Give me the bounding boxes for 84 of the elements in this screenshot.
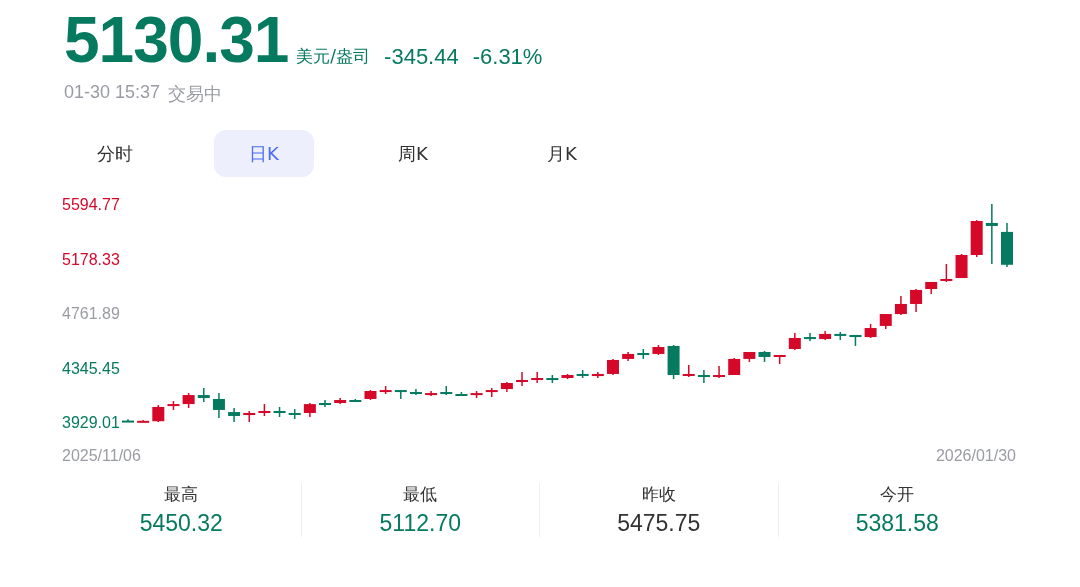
stat-value: 5450.32 [139, 510, 223, 537]
candlestick [985, 203, 998, 265]
candlestick [500, 381, 513, 393]
candlestick [152, 404, 165, 423]
percent-change: -6.31% [472, 44, 543, 71]
candlestick [228, 407, 241, 423]
candlestick [970, 219, 983, 258]
candlestick [834, 331, 847, 341]
candlestick [925, 281, 938, 295]
candlestick [667, 344, 680, 380]
candlestick [485, 387, 498, 398]
candlestick [394, 389, 407, 400]
candlestick [606, 358, 619, 376]
axis-label: 3929.01 [62, 414, 120, 431]
candlestick [819, 330, 832, 341]
candlestick [425, 390, 438, 397]
candlestick [713, 365, 726, 379]
candlestick [697, 369, 710, 384]
axis-label: 5178.33 [62, 250, 120, 268]
candlestick [197, 387, 210, 403]
candlestick [455, 391, 468, 397]
candlestick [516, 371, 529, 387]
candlestick [546, 374, 559, 384]
candlestick [894, 295, 907, 316]
candlestick [864, 323, 877, 339]
candlestick [879, 313, 892, 330]
stat-label: 最低 [403, 483, 438, 506]
candlestick [561, 373, 574, 380]
price-unit: 美元/盎司 [296, 45, 371, 68]
candlestick [440, 385, 453, 396]
candlestick [273, 406, 286, 418]
price-value: 5130.31 [64, 8, 289, 72]
candlestick [470, 390, 483, 399]
stat-value: 5475.75 [617, 510, 701, 537]
candlestick [652, 344, 665, 356]
candlestick [910, 288, 923, 313]
candlestick [349, 398, 362, 403]
candlestick [303, 402, 316, 418]
period-tab[interactable]: 周K [363, 130, 463, 177]
date-label: 2026/01/30 [935, 447, 1016, 464]
candlestick [622, 351, 635, 362]
period-tab[interactable]: 分时 [65, 130, 165, 177]
axis-label: 4761.89 [62, 305, 120, 322]
candlestick [591, 371, 604, 379]
candlestick [379, 385, 392, 395]
candlestick [288, 408, 301, 420]
candlestick [804, 332, 816, 342]
stat-label: 昨收 [641, 483, 676, 506]
candlestick [1001, 222, 1013, 268]
quote-time: 01-30 15:37 [64, 82, 161, 104]
candlestick [531, 371, 544, 384]
candlestick [743, 351, 756, 363]
candlestick [758, 350, 771, 363]
candlestick [258, 403, 271, 417]
axis-label: 4345.45 [62, 359, 120, 377]
candlestick [243, 410, 256, 423]
candlestick [182, 392, 195, 409]
candlestick [409, 388, 422, 396]
axis-label: 5594.77 [62, 196, 120, 213]
period-tab[interactable]: 日K [214, 130, 314, 177]
candlestick [212, 392, 225, 419]
candlestick [334, 397, 347, 405]
candlestick [849, 334, 862, 347]
candlestick [940, 263, 953, 283]
market-status: 交易中 [168, 83, 223, 106]
stat-label: 今开 [880, 483, 915, 506]
candlestick [137, 419, 150, 423]
candlestick [122, 418, 134, 423]
candlestick [728, 357, 741, 376]
stat-value: 5381.58 [855, 510, 939, 537]
candlestick [167, 400, 180, 411]
price-change: -345.44 [384, 44, 459, 71]
candlestick [682, 364, 695, 378]
stat-label: 最高 [164, 483, 199, 506]
period-tab[interactable]: 月K [512, 130, 612, 177]
candlestick [637, 348, 650, 360]
candlestick [576, 369, 589, 379]
candlestick [319, 399, 331, 408]
candlestick [955, 253, 968, 279]
stat-value: 5112.70 [379, 510, 461, 537]
candlestick [773, 354, 786, 365]
candlestick [788, 332, 801, 351]
date-label: 2025/11/06 [62, 447, 141, 464]
candlestick [364, 389, 377, 401]
